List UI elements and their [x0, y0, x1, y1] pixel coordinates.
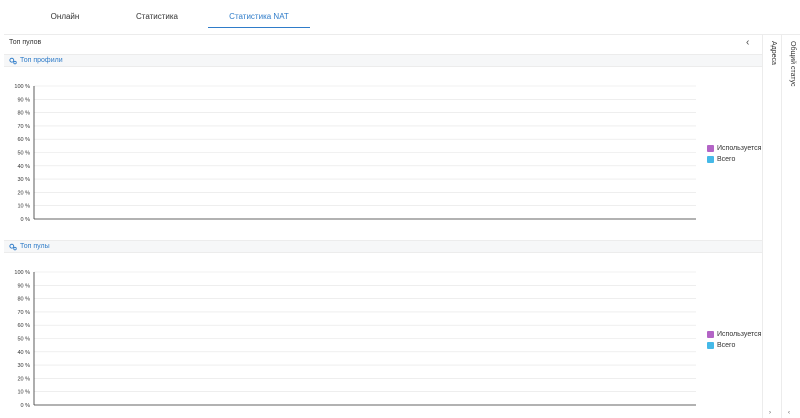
- y-tick-label: 50 %: [17, 337, 30, 343]
- status-label: Общий статус: [789, 41, 796, 87]
- y-tick-label: 10 %: [17, 390, 30, 396]
- y-tick-label: 30 %: [17, 177, 30, 183]
- top-pools-chart-svg: 100 % 90 % 80 % 70 % 60 % 50 % 40 % 30 % 20 % 10 …: [14, 270, 696, 409]
- top-profiles-chart-svg: 100 % 90 % 80 % 70 % 60 % 50 % 40 % 30 % 20 % 10 …: [14, 84, 696, 223]
- gears-icon: [9, 57, 17, 65]
- top-pools-chart: 100 % 90 % 80 % 70 % 60 % 50 % 40 % 30 % 20 % 10 …: [4, 267, 762, 409]
- y-tick-label: 40 %: [17, 164, 30, 170]
- y-tick-label: 70 %: [17, 310, 30, 316]
- legend-item-total[interactable]: Всего: [707, 154, 761, 165]
- chart-legend: Используется Всего: [707, 143, 761, 165]
- chevron-right-icon[interactable]: ›: [769, 410, 771, 416]
- legend-item-used[interactable]: Используется: [707, 143, 761, 154]
- legend-label: Всего: [717, 342, 736, 349]
- tab-nat-statistics[interactable]: Статистика NAT: [208, 10, 310, 28]
- section-title: Топ пулы: [20, 243, 50, 250]
- y-tick-label: 0 %: [21, 403, 31, 409]
- y-tick-label: 90 %: [17, 283, 30, 289]
- y-tick-label: 100 %: [14, 84, 30, 90]
- section-header-top-profiles[interactable]: Топ профили: [4, 54, 762, 67]
- y-tick-label: 70 %: [17, 124, 30, 130]
- legend-label: Всего: [717, 156, 736, 163]
- y-tick-label: 100 %: [14, 270, 30, 276]
- y-tick-label: 40 %: [17, 350, 30, 356]
- y-tick-label: 60 %: [17, 323, 30, 329]
- y-tick-label: 60 %: [17, 137, 30, 143]
- legend-swatch-used: [707, 331, 714, 338]
- y-tick-label: 20 %: [17, 190, 30, 196]
- chevron-left-icon[interactable]: ‹: [746, 37, 749, 48]
- legend-swatch-used: [707, 145, 714, 152]
- tab-bar: Онлайн Статистика Статистика NAT: [0, 0, 800, 30]
- y-tick-label: 50 %: [17, 151, 30, 157]
- tab-online[interactable]: Онлайн: [35, 10, 95, 28]
- y-tick-label: 10 %: [17, 204, 30, 210]
- chart-legend: Используется Всего: [707, 329, 761, 351]
- chevron-left-icon[interactable]: ‹: [788, 410, 790, 416]
- top-profiles-chart: 100 % 90 % 80 % 70 % 60 % 50 % 40 % 30 % 20 % 10 …: [4, 81, 762, 223]
- y-tick-label: 20 %: [17, 376, 30, 382]
- addresses-label: Адреса: [770, 41, 777, 65]
- legend-label: Используется: [717, 331, 762, 338]
- gears-icon: [9, 243, 17, 251]
- y-tick-label: 90 %: [17, 97, 30, 103]
- addresses-side-panel[interactable]: Адреса ›: [762, 34, 781, 418]
- y-tick-label: 80 %: [17, 111, 30, 117]
- y-tick-label: 30 %: [17, 363, 30, 369]
- legend-swatch-total: [707, 156, 714, 163]
- top-pools-panel: Топ пулов ‹ Топ профили 100 % 90 % 80 % 70 …: [4, 34, 762, 418]
- panel-title: Топ пулов: [9, 39, 42, 46]
- status-side-panel[interactable]: Общий статус ‹: [781, 34, 800, 418]
- legend-item-used[interactable]: Используется: [707, 329, 761, 340]
- legend-label: Используется: [717, 145, 762, 152]
- legend-item-total[interactable]: Всего: [707, 340, 761, 351]
- y-tick-label: 80 %: [17, 297, 30, 303]
- section-title: Топ профили: [20, 57, 63, 64]
- section-header-top-pools[interactable]: Топ пулы: [4, 240, 762, 253]
- tab-statistics[interactable]: Статистика: [126, 10, 188, 28]
- legend-swatch-total: [707, 342, 714, 349]
- y-tick-label: 0 %: [21, 217, 31, 223]
